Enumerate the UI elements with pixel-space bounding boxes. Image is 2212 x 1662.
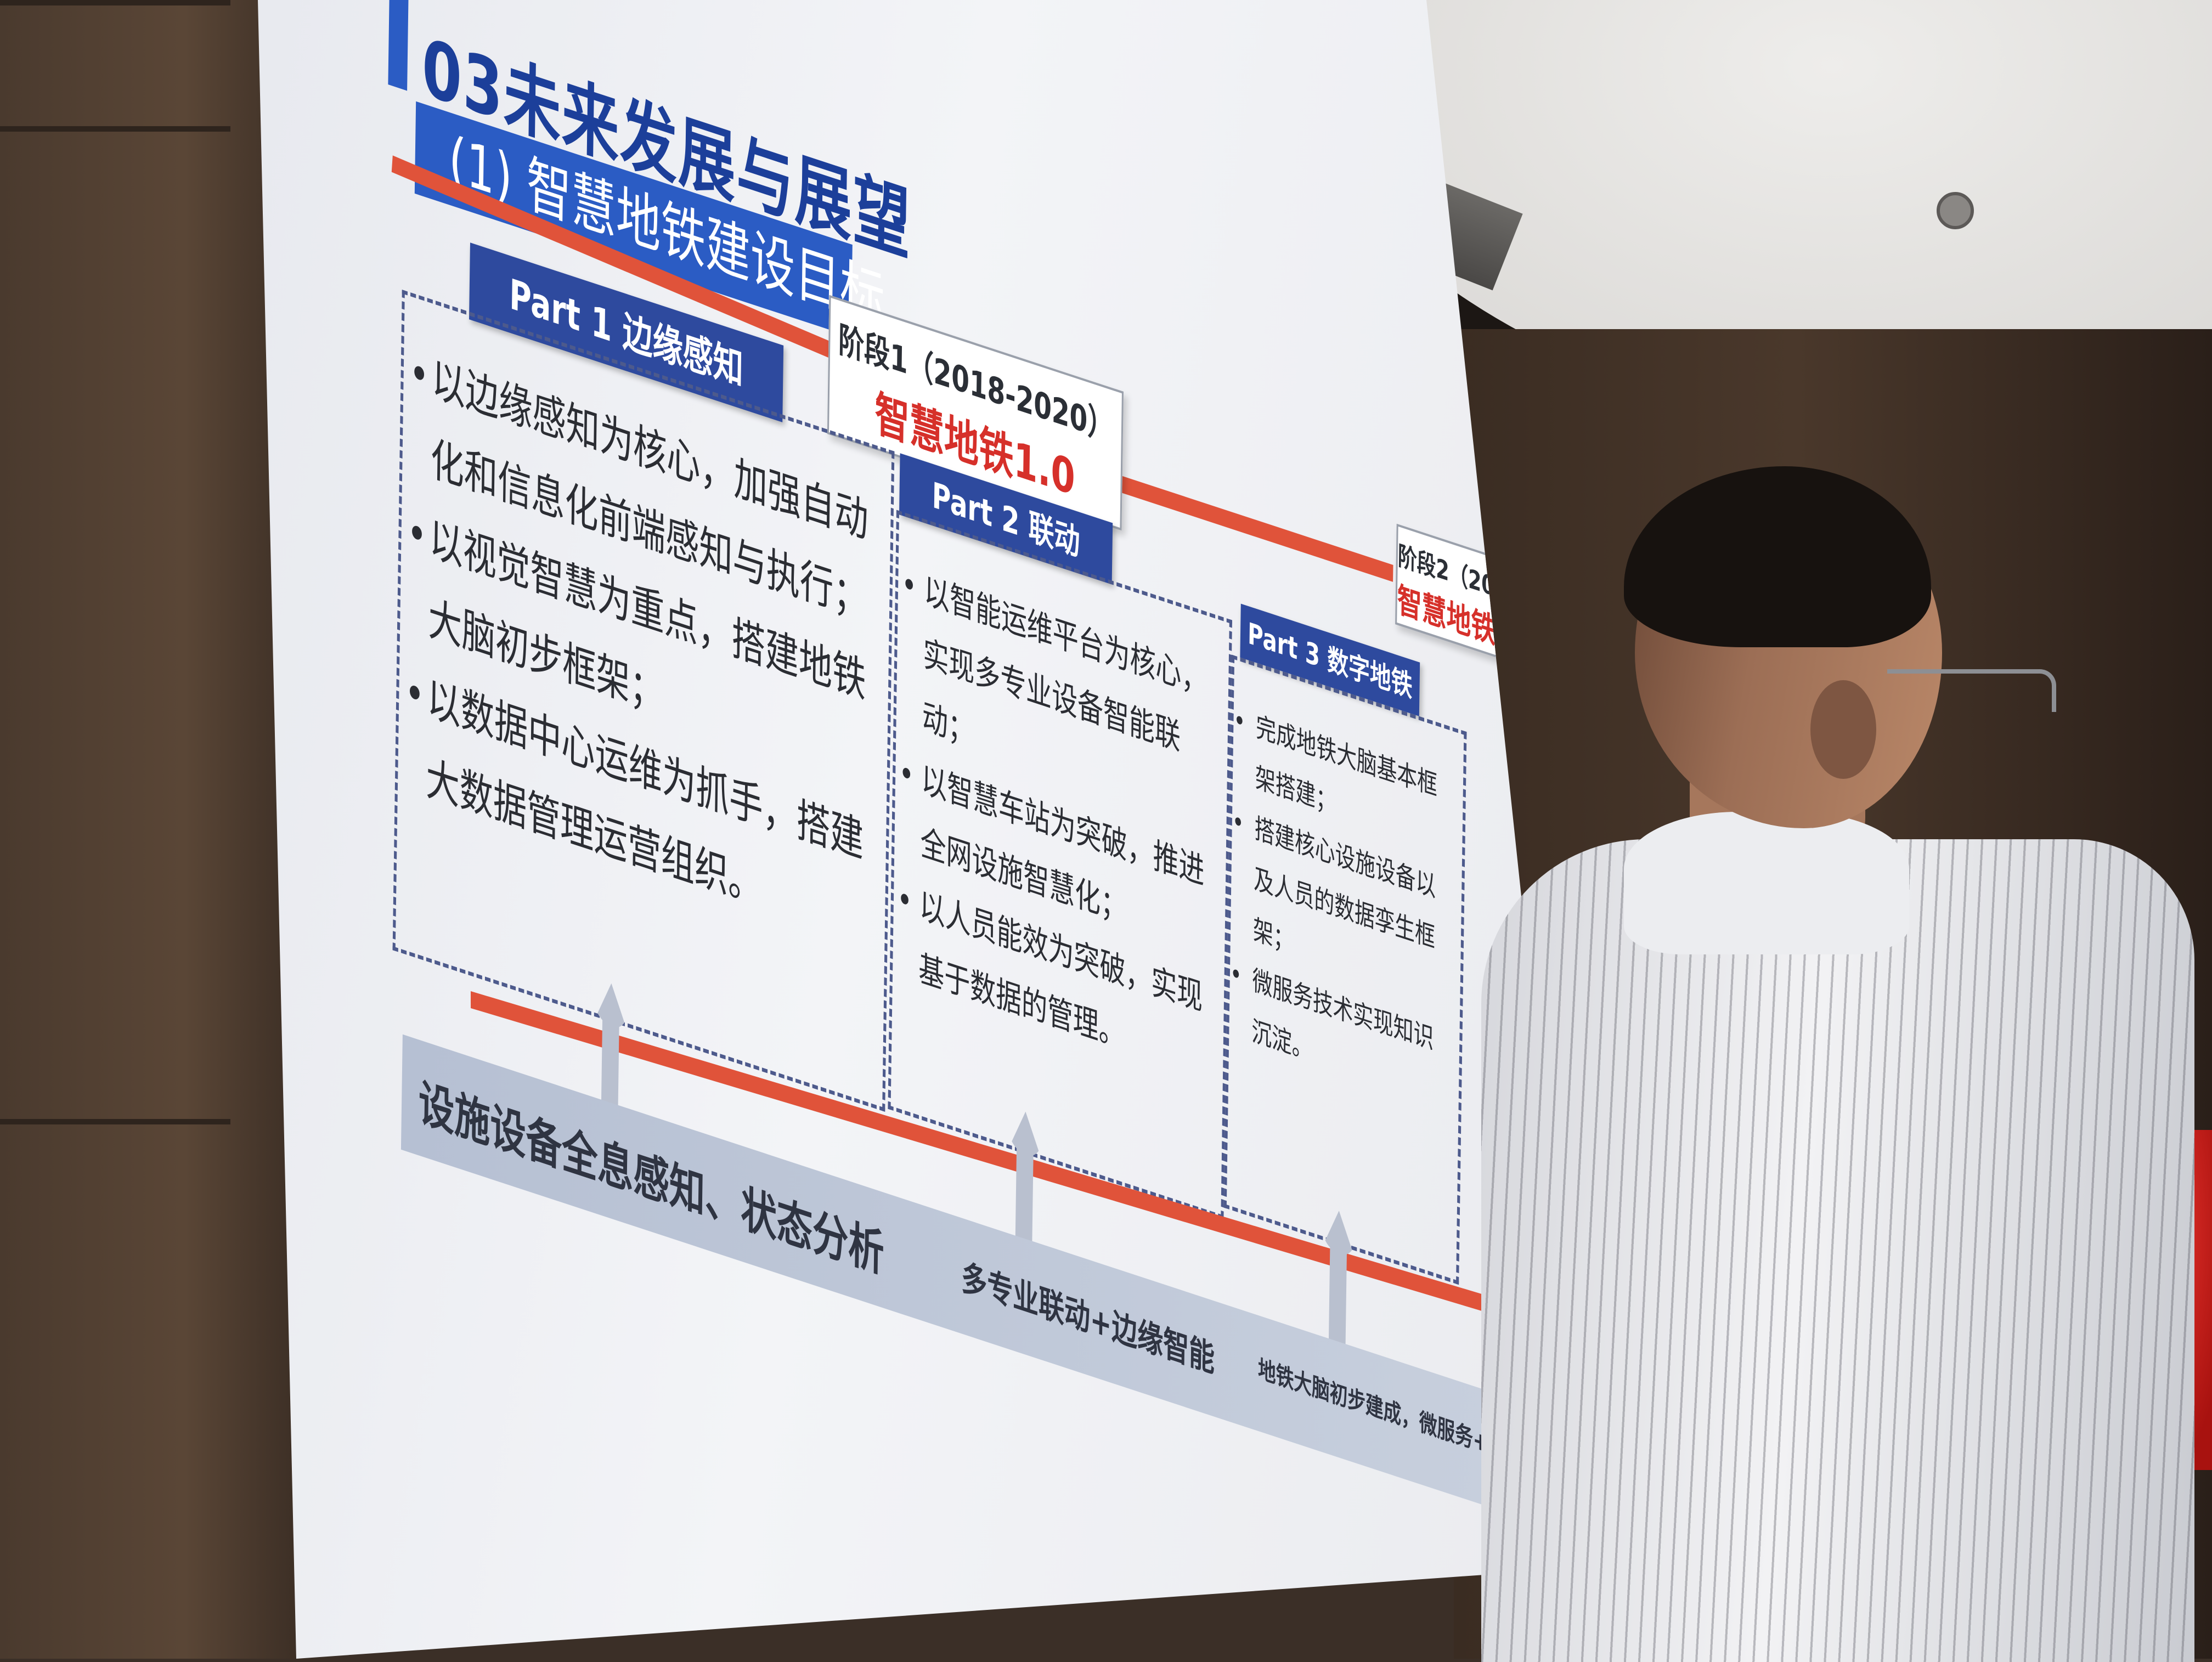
- ceiling-sprinkler-icon: [1937, 192, 1974, 229]
- part-2-box: 以智能运维平台为核心，实现多专业设备智能联动； 以智慧车站为突破，推进全网设施智…: [888, 510, 1232, 1219]
- presentation-slide: 03未来发展与展望 (1) 智慧地铁建设目标 阶段1（2018-2020） 智慧…: [356, 0, 1525, 1596]
- part-3-box: 完成地铁大脑基本框架搭建； 搭建核心设施设备以及人员的数据孪生框架； 微服务技术…: [1223, 654, 1467, 1285]
- part-2-bullet-list: 以智能运维平台为核心，实现多专业设备智能联动； 以智慧车站为突破，推进全网设施智…: [918, 558, 1218, 1095]
- panel-seam: [0, 126, 230, 132]
- title-accent-bar: [388, 0, 409, 91]
- shirt-collar: [1624, 812, 1909, 954]
- hair: [1624, 466, 1931, 647]
- panel-seam: [0, 1119, 230, 1124]
- timeline-line-middle: [1113, 473, 1393, 582]
- striped-shirt: [1481, 839, 2194, 1662]
- part-1-box: 以边缘感知为核心，加强自动化和信息化前端感知与执行； 以视觉智慧为重点，搭建地铁…: [392, 290, 895, 1112]
- ear: [1810, 680, 1876, 779]
- part-1-bullet-list: 以边缘感知为核心，加强自动化和信息化前端感知与执行； 以视觉智慧为重点，搭建地铁…: [425, 339, 879, 965]
- panel-seam: [0, 0, 230, 5]
- presenter: [1459, 466, 2212, 1662]
- wood-panel-wall-left: [0, 0, 307, 1659]
- part-3-bullet-list: 完成地铁大脑基本框架搭建； 搭建核心设施设备以及人员的数据孪生框架； 微服务技术…: [1251, 702, 1452, 1121]
- glasses-icon: [1887, 669, 2056, 712]
- bottom-label-2: 多专业联动+边缘智能: [961, 1256, 1215, 1381]
